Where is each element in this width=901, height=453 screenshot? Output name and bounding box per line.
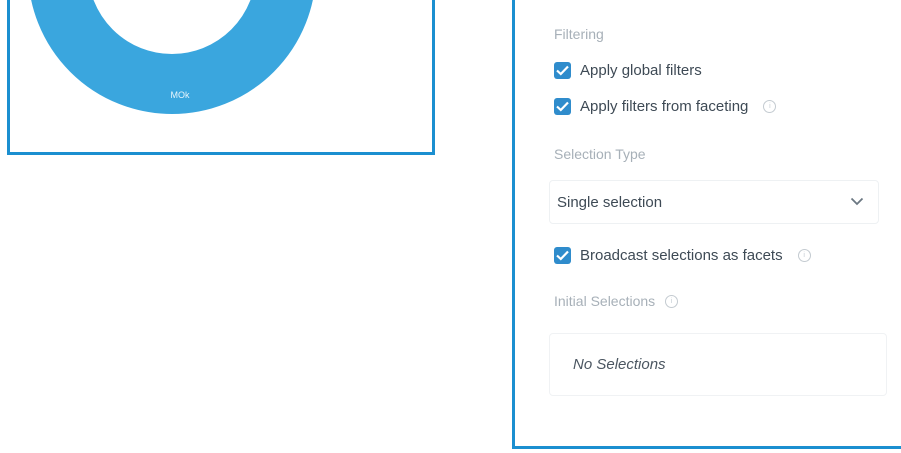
chevron-down-icon[interactable] (850, 197, 864, 206)
initial-selections-label: Initial Selections (554, 293, 656, 309)
properties-panel: Filtering Apply global filters Apply fil… (512, 0, 901, 449)
info-icon[interactable]: i (797, 249, 811, 262)
screen: MOk Filtering Apply global filters Apply… (0, 0, 901, 453)
selection-type-label: Selection Type (554, 146, 646, 162)
initial-selections-field[interactable]: No Selections (549, 333, 887, 396)
apply-faceting-filters-label: Apply filters from faceting (580, 98, 749, 115)
donut-chart (31, 0, 313, 114)
info-icon[interactable]: i (763, 100, 777, 113)
check-icon (556, 65, 569, 76)
donut-ring (31, 0, 313, 114)
selection-type-value: Single selection (557, 193, 663, 211)
selection-type-select[interactable]: Single selection (549, 180, 879, 224)
checkbox-checked[interactable] (554, 98, 571, 115)
no-selections-text: No Selections (573, 356, 666, 373)
info-icon[interactable]: i (665, 294, 679, 308)
apply-global-filters-label: Apply global filters (580, 62, 702, 79)
checkbox-checked[interactable] (554, 62, 571, 79)
filtering-section-label: Filtering (554, 26, 604, 42)
apply-faceting-filters-checkbox[interactable]: Apply filters from faceting i (554, 98, 777, 115)
check-icon (556, 101, 569, 112)
checkbox-checked[interactable] (554, 247, 571, 264)
initial-selections-section-label: Initial Selections i (554, 293, 679, 309)
chart-widget[interactable]: MOk (7, 0, 435, 155)
check-icon (556, 250, 569, 261)
filtering-label: Filtering (554, 26, 604, 42)
broadcast-selections-checkbox[interactable]: Broadcast selections as facets i (554, 247, 811, 264)
donut-center-label: MOk (170, 90, 190, 100)
apply-global-filters-checkbox[interactable]: Apply global filters (554, 62, 702, 79)
broadcast-selections-label: Broadcast selections as facets (580, 247, 783, 264)
selection-type-section-label: Selection Type (554, 146, 646, 162)
